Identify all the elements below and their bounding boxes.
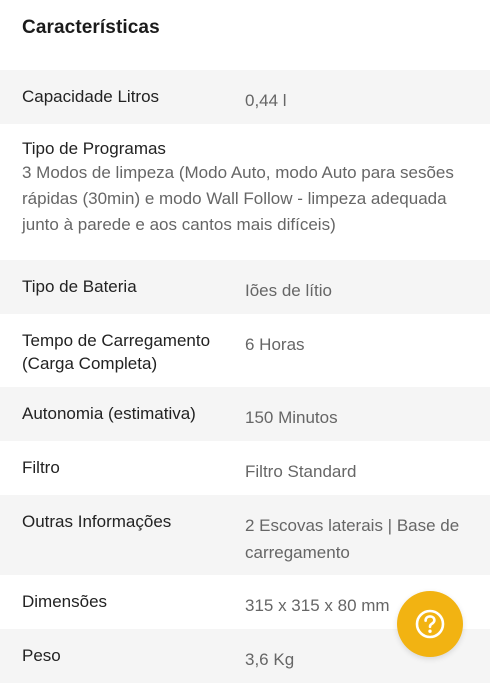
spec-label: Filtro: [22, 458, 60, 477]
spec-value: 3 Modos de limpeza (Modo Auto, modo Auto…: [22, 163, 454, 234]
spec-row-programs: Tipo de Programas 3 Modos de limpeza (Mo…: [0, 124, 490, 260]
spec-label: Dimensões: [22, 592, 108, 611]
spec-value: 0,44 l: [245, 91, 287, 110]
spec-label: Tempo de Carregamento (Carga Completa): [22, 331, 211, 373]
specifications-table: Capacidade Litros 0,44 l Tipo de Program…: [0, 70, 490, 683]
spec-label: Tipo de Bateria: [22, 277, 137, 296]
spec-label: Capacidade Litros: [22, 87, 160, 106]
spec-label: Autonomia (estimativa): [22, 404, 196, 423]
spec-value: Filtro Standard: [245, 462, 357, 481]
spec-label: Outras Informações: [22, 512, 172, 531]
spec-row-autonomy: Autonomia (estimativa) 150 Minutos: [0, 387, 490, 441]
spec-value: 2 Escovas laterais | Base de carregament…: [245, 516, 460, 562]
spec-value: 6 Horas: [245, 335, 305, 354]
spec-label: Peso: [22, 646, 61, 665]
spec-row-filter: Filtro Filtro Standard: [0, 441, 490, 495]
spec-label: Tipo de Programas: [22, 139, 166, 158]
spec-row-other-info: Outras Informações 2 Escovas laterais | …: [0, 495, 490, 575]
spec-row-charging-time: Tempo de Carregamento (Carga Completa) 6…: [0, 314, 490, 387]
spec-row-capacity: Capacidade Litros 0,44 l: [0, 70, 490, 124]
question-circle-icon: [415, 609, 445, 639]
spec-row-battery: Tipo de Bateria Iões de lítio: [0, 260, 490, 314]
spec-value: 150 Minutos: [245, 408, 338, 427]
section-title: Características: [22, 17, 160, 38]
spec-value: Iões de lítio: [245, 281, 332, 300]
help-button[interactable]: [397, 591, 463, 657]
